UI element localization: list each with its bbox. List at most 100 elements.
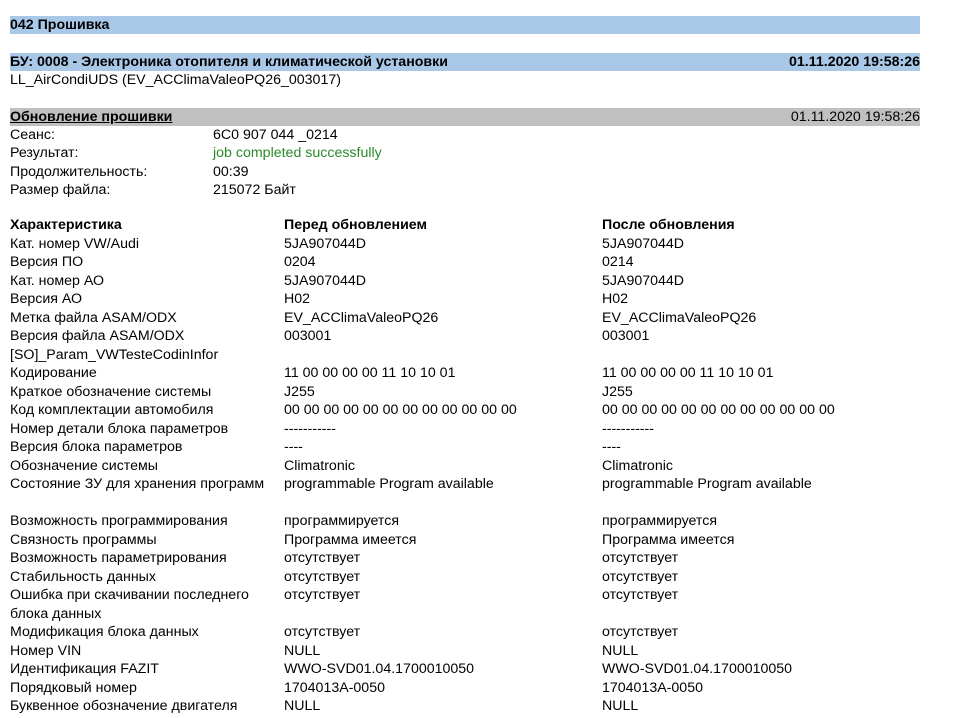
row-before-value: 5JA907044D [284,272,367,289]
table-row: Версия блока параметров ---- ---- [10,438,920,457]
session-field: Результат: job completed successfully [10,144,920,162]
row-before-value: отсутствует [284,587,361,603]
ecu-subtitle: LL_AirCondiUDS (EV_ACClimaValeoPQ26_0030… [10,72,341,88]
table-row: Состояние ЗУ для хранения программ progra… [10,475,920,512]
row-after-value: ----------- [602,420,654,437]
table-row: Кодирование 11 00 00 00 00 11 10 10 01 11 … [10,364,920,383]
row-before-value: 11 00 00 00 00 11 10 10 01 [284,365,456,381]
row-after-value: 11 00 00 00 00 11 10 10 01 [602,365,774,381]
row-before-value: Программа имеется [284,531,417,548]
row-before-value: Climatronic [284,457,355,474]
ecu-title: БУ: 0008 - Электроника отопителя и клима… [10,54,448,70]
session-field: Сеанс: 6C0 907 044 _0214 [10,126,920,144]
row-after-value: 0214 [602,254,634,270]
ecu-datetime: 01.11.2020 19:58:26 [789,54,920,70]
row-after-value: 5JA907044D [602,235,685,252]
row-characteristic: Версия блока параметров [10,439,183,455]
table-row: Кат. номер АО 5JA907044D 5JA907044D [10,272,920,291]
row-characteristic: Возможность параметрирования [10,550,227,566]
row-characteristic: Метка файла ASAM/ODX [10,309,177,326]
row-before-value: J255 [284,383,315,400]
row-after-value: 00 00 00 00 00 00 00 00 00 00 00 00 [602,402,835,418]
table-row: Версия ПО 0204 0214 [10,253,920,272]
table-row: Кат. номер VW/Audi 5JA907044D 5JA907044D [10,235,920,254]
row-after-value: 1704013A-0050 [602,679,703,696]
row-before-value: 003001 [284,328,332,344]
session-field-label: Сеанс: [10,127,55,143]
row-before-value: отсутствует [284,550,361,566]
row-after-value: ---- [602,439,621,455]
row-after-value: отсутствует [602,624,679,640]
row-after-value: H02 [602,291,629,307]
row-characteristic: [SO]_Param_VWTesteCodinInfor [10,346,219,363]
row-before-value: программируется [284,513,400,529]
header-characteristic: Характеристика [10,217,122,233]
table-row: Связность программы Программа имеется Прог… [10,531,920,550]
row-after-value: отсутствует [602,568,679,585]
update-title[interactable]: Обновление прошивки [10,108,172,126]
update-header: Обновление прошивки 01.11.2020 19:58:26 [10,108,920,126]
row-characteristic: Номер детали блока параметров [10,420,229,437]
row-characteristic: Кат. номер АО [10,272,105,289]
row-before-value: ----------- [284,420,336,437]
row-before-value: NULL [284,698,321,714]
table-row: Порядковый номер 1704013A-0050 1704013A-00… [10,679,920,698]
row-characteristic: Идентификация FAZIT [10,661,159,677]
section-title: 042 Прошивка [10,17,110,33]
row-characteristic: Краткое обозначение системы [10,383,212,400]
section-header: 042 Прошивка [10,16,920,34]
row-after-value: NULL [602,642,639,659]
row-characteristic: Связность программы [10,531,157,548]
row-before-value: 5JA907044D [284,235,367,252]
table-row: Номер детали блока параметров -----------… [10,420,920,439]
table-row: Модификация блока данных отсутствует отсут… [10,623,920,642]
row-after-value: NULL [602,698,639,714]
row-after-value: J255 [602,383,633,400]
table-row: Обозначение системы Climatronic Climatroni… [10,457,920,476]
table-header-row: Характеристика Перед обновлением После о… [10,216,920,235]
session-field-label: Размер файла: [10,181,111,198]
row-before-value: 0204 [284,254,316,270]
row-before-value: EV_ACClimaValeoPQ26 [284,309,439,326]
row-characteristic: Версия файла ASAM/ODX [10,328,185,344]
table-row: Код комплектации автомобиля 00 00 00 00 0… [10,401,920,420]
row-characteristic: Кодирование [10,365,97,381]
row-before-value: 1704013A-0050 [284,679,385,696]
header-after: После обновления [602,217,735,233]
row-before-value: 00 00 00 00 00 00 00 00 00 00 00 00 [284,402,517,418]
session-field-value: job completed successfully [213,145,382,162]
row-characteristic: Ошибка при скачивании последнего блока д… [10,587,249,622]
session-field: Размер файла: 215072 Байт [10,181,920,199]
row-after-value: WWO-SVD01.04.1700010050 [602,661,793,677]
row-after-value: программируется [602,513,718,529]
row-after-value: 5JA907044D [602,272,685,289]
session-field-value: 215072 Байт [213,181,296,198]
row-before-value: programmable Program available [284,476,494,492]
ecu-header: БУ: 0008 - Электроника отопителя и клима… [10,53,920,71]
session-field-value: 00:39 [213,163,249,180]
comparison-table: Характеристика Перед обновлением После о… [10,216,920,716]
row-before-value: H02 [284,291,311,307]
row-characteristic: Номер VIN [10,642,82,659]
update-datetime: 01.11.2020 19:58:26 [790,109,920,125]
row-characteristic: Порядковый номер [10,679,137,696]
table-row: Ошибка при скачивании последнего блока д… [10,586,920,623]
table-row: Буквенное обозначение двигателя NULL NULL [10,697,920,716]
row-after-value: отсутствует [602,550,679,566]
row-characteristic: Возможность программирования [10,513,228,529]
row-after-value: Climatronic [602,457,673,474]
row-characteristic: Стабильность данных [10,568,156,585]
table-row: Версия файла ASAM/ODX 003001 003001 [10,327,920,346]
row-characteristic: Кат. номер VW/Audi [10,235,140,252]
row-characteristic: Версия ПО [10,254,84,270]
table-row: Краткое обозначение системы J255 J255 [10,383,920,402]
session-field-label: Продолжительность: [10,163,148,180]
row-after-value: отсутствует [602,587,679,603]
row-after-value: 003001 [602,328,650,344]
header-before: Перед обновлением [284,217,427,233]
session-field: Продолжительность: 00:39 [10,163,920,181]
row-after-value: programmable Program available [602,476,812,492]
row-after-value: Программа имеется [602,531,735,548]
row-before-value: WWO-SVD01.04.1700010050 [284,661,475,677]
session-field-label: Результат: [10,145,79,162]
